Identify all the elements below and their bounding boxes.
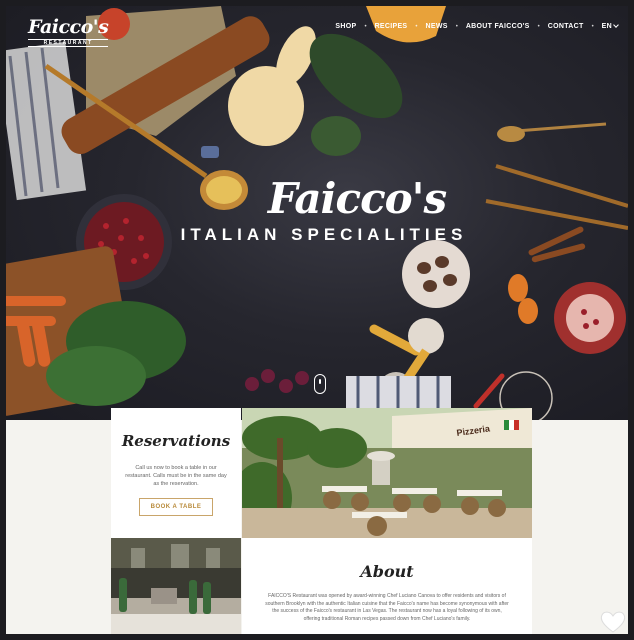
hero-brand: Faicco's — [267, 174, 447, 223]
about-title: About — [360, 562, 414, 581]
nav-separator: • — [455, 23, 458, 30]
about-section: About FAICCO'S Restaurant was opened by … — [242, 538, 532, 634]
restaurant-terrace-photo: Pizzeria — [242, 408, 532, 538]
book-table-button[interactable]: BOOK A TABLE — [138, 498, 214, 516]
reservations-title: Reservations — [121, 432, 231, 450]
nav-separator: • — [364, 23, 367, 30]
site-logo[interactable]: Faicco's RESTAURANT — [28, 16, 109, 47]
reservations-card: Reservations Call us now to book a table… — [111, 408, 241, 538]
heart-icon[interactable] — [598, 608, 628, 634]
reservations-text: Call us now to book a table in our resta… — [125, 465, 227, 487]
hero-tagline: ITALIAN SPECIALITIES — [180, 225, 468, 244]
page-frame: Faicco's RESTAURANT SHOP • RECIPES • NEW… — [6, 6, 628, 634]
kitchen-photo — [111, 538, 241, 634]
nav-about[interactable]: ABOUT FAICCO'S — [466, 23, 530, 30]
chevron-down-icon — [613, 22, 619, 28]
about-text: FAICCO'S Restaurant was opened by award-… — [265, 593, 509, 622]
hero-section: Faicco's RESTAURANT SHOP • RECIPES • NEW… — [6, 6, 628, 420]
language-label: EN — [601, 23, 612, 30]
nav-separator: • — [415, 23, 418, 30]
hero-title: Faicco's ITALIAN SPECIALITIES — [6, 174, 628, 245]
nav-shop[interactable]: SHOP — [335, 23, 356, 30]
scroll-down-icon[interactable] — [314, 374, 326, 394]
language-selector[interactable]: EN — [601, 22, 619, 30]
nav-contact[interactable]: CONTACT — [548, 23, 584, 30]
nav-separator: • — [591, 23, 594, 30]
main-nav: SHOP • RECIPES • NEWS • ABOUT FAICCO'S •… — [335, 22, 619, 30]
logo-text: Faicco's — [28, 16, 109, 38]
logo-subtext: RESTAURANT — [28, 39, 109, 47]
nav-recipes[interactable]: RECIPES — [375, 23, 408, 30]
nav-separator: • — [537, 23, 540, 30]
nav-news[interactable]: NEWS — [426, 23, 448, 30]
